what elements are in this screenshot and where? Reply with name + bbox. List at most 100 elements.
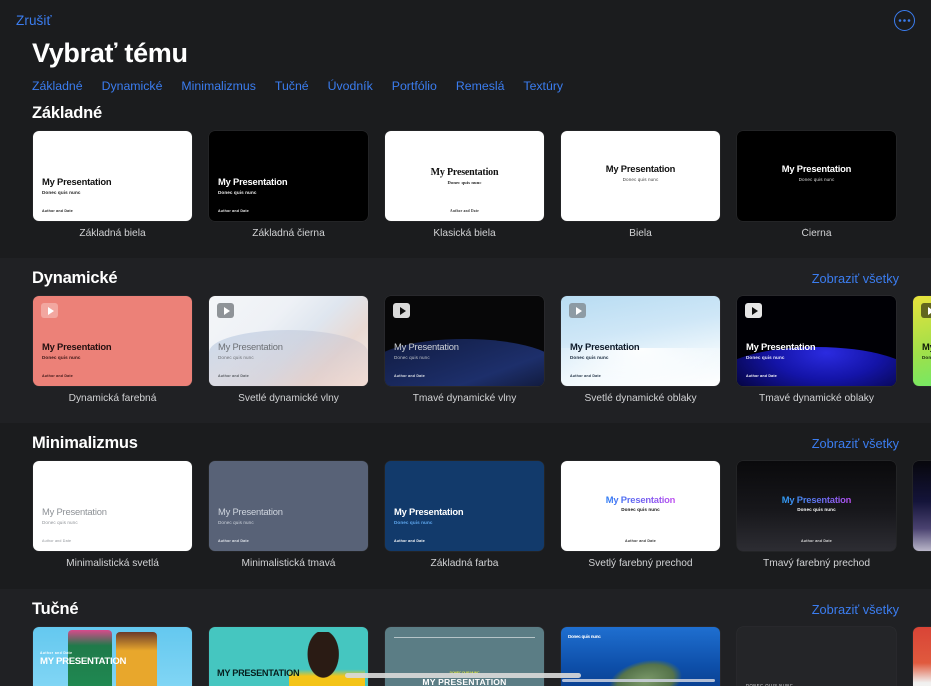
slide-text-block: My Presentation Donec quis nunc [394,507,535,525]
tab-remesla[interactable]: Remeslá [456,79,505,93]
theme-thumbnail[interactable]: My Presentation Donec quis nunc Author a… [385,461,544,551]
slide-subtitle: Donec quis nunc [42,190,183,195]
theme-card[interactable]: My Presentation Donec quis nunc Author a… [561,296,720,405]
theme-card-partial[interactable]: My Presentation Donec quis nunc [913,296,931,405]
theme-card[interactable]: MY PRESENTATION DONEC QUIS NUNC [209,627,368,686]
theme-label: Tmavé dynamické vlny [385,393,544,405]
horizontal-scrollbar[interactable] [345,673,581,678]
show-all-link[interactable]: Zobraziť všetky [812,271,899,286]
theme-label: Biela [561,228,720,240]
show-all-link[interactable]: Zobraziť všetky [812,602,899,617]
theme-card[interactable]: DONEC QUIS NUNC MY PRESENTATION [737,627,896,686]
slide-text-block: My Presentation Donec quis nunc [743,131,890,221]
slide-subtitle: Donec quis nunc [570,355,711,360]
theme-row[interactable]: My Presentation Donec quis nunc Author a… [0,293,931,405]
slide-title: My Presentation [746,342,887,353]
theme-thumbnail[interactable]: Author and Date MY PRESENTATION Donec qu… [33,627,192,686]
theme-thumbnail[interactable]: Donec quis nunc [561,627,720,686]
theme-thumbnail[interactable]: My Presentation Donec quis nunc Author a… [385,131,544,221]
theme-label: Dynamická farebná [33,393,192,405]
slide-subtitle: Donec quis nunc [623,177,659,182]
slide-footer: Author and Date [570,374,601,378]
slide-subtitle: Donec quis nunc [797,507,836,512]
theme-card[interactable]: My Presentation Donec quis nunc Author a… [561,461,720,570]
category-tab-bar: Základné Dynamické Minimalizmus Tučné Úv… [0,69,931,93]
theme-label: Čierna [737,228,896,240]
theme-card[interactable]: My Presentation Donec quis nunc Author a… [209,131,368,240]
theme-thumbnail[interactable]: My Presentation Donec quis nunc Author a… [209,131,368,221]
theme-thumbnail[interactable]: My Presentation Donec quis nunc Author a… [209,461,368,551]
section-title: Základné [32,104,102,123]
tab-tucne[interactable]: Tučné [275,79,309,93]
theme-thumbnail[interactable]: My Presentation Donec quis nunc Author a… [561,461,720,551]
slide-text-block: My Presentation Donec quis nunc [394,342,535,360]
slide-text-block: My Presentation Donec quis nunc [42,177,183,195]
theme-thumbnail[interactable]: My Presentation Donec quis nunc Author a… [737,461,896,551]
theme-label: Klasická biela [385,228,544,240]
theme-thumbnail[interactable]: My Presentation Donec quis nunc Author a… [33,461,192,551]
theme-thumbnail[interactable]: My Presentation Donec quis nunc Author a… [385,296,544,386]
theme-card-partial[interactable] [913,461,931,570]
tab-portfolio[interactable]: Portfólio [392,79,437,93]
theme-card[interactable]: My Presentation Donec quis nunc Author a… [209,296,368,405]
tab-minimalizmus[interactable]: Minimalizmus [181,79,255,93]
slide-title: My Presentation [606,495,675,506]
theme-card[interactable]: Author and Date MY PRESENTATION Donec qu… [33,627,192,686]
slide-title: MY PRESENTATION [217,669,299,679]
section-title: Dynamické [32,269,117,288]
slide-title: My Presentation [782,164,851,175]
slide-text-block: My Presentation Donec quis nunc [218,342,359,360]
theme-label: Tmavé dynamické oblaky [737,393,896,405]
theme-card[interactable]: My Presentation Donec quis nunc Author a… [209,461,368,570]
theme-thumbnail[interactable]: My Presentation Donec quis nunc [561,131,720,221]
theme-card[interactable]: My Presentation Donec quis nunc Author a… [385,461,544,570]
theme-thumbnail[interactable]: My Presentation Donec quis nunc [737,131,896,221]
theme-thumbnail[interactable]: My Presentation Donec quis nunc Author a… [33,296,192,386]
page-title: Vybrať tému [0,38,931,69]
theme-card[interactable]: My Presentation Donec quis nunc Author a… [737,461,896,570]
theme-scroll-area[interactable]: Základné My Presentation Donec quis nunc… [0,93,931,686]
slide-title: My Presentation [606,164,675,175]
theme-row[interactable]: My Presentation Donec quis nunc Author a… [0,128,931,240]
theme-thumbnail[interactable]: My Presentation Donec quis nunc Author a… [33,131,192,221]
theme-thumbnail[interactable]: My Presentation Donec quis nunc Author a… [737,296,896,386]
slide-text-block: My Presentation Donec quis nunc [42,342,183,360]
section-header: Tučné Zobraziť všetky [0,589,931,624]
theme-label: Minimalistická svetlá [33,558,192,570]
theme-card[interactable]: My Presentation Donec quis nunc Author a… [33,461,192,570]
tab-uvodnik[interactable]: Úvodník [328,79,373,93]
horizontal-scrollbar-secondary[interactable] [562,679,715,682]
theme-card[interactable]: My Presentation Donec quis nunc Author a… [737,296,896,405]
tab-dynamicke[interactable]: Dynamické [102,79,163,93]
theme-card[interactable]: My Presentation Donec quis nunc Biela [561,131,720,240]
row-spacer [0,240,931,258]
theme-card[interactable]: My Presentation Donec quis nunc Author a… [385,131,544,240]
theme-card-partial[interactable] [913,627,931,686]
slide-text-block: My Presentation Donec quis nunc [922,342,931,360]
theme-thumbnail[interactable]: MY PRESENTATION DONEC QUIS NUNC [209,627,368,686]
theme-thumbnail[interactable] [913,627,931,686]
slide-title: My Presentation [218,342,359,353]
slide-title: My Presentation [431,167,499,179]
theme-card[interactable]: My Presentation Donec quis nunc Čierna [737,131,896,240]
show-all-link[interactable]: Zobraziť všetky [812,436,899,451]
tab-textury[interactable]: Textúry [523,79,563,93]
tab-zakladne[interactable]: Základné [32,79,83,93]
theme-card[interactable]: Donec quis nunc [561,627,720,686]
theme-card[interactable]: My Presentation Donec quis nunc Author a… [33,131,192,240]
theme-thumbnail[interactable]: DONEC QUIS NUNC MY PRESENTATION [737,627,896,686]
theme-thumbnail[interactable]: My Presentation Donec quis nunc Author a… [561,296,720,386]
theme-card[interactable]: My Presentation Donec quis nunc Author a… [385,296,544,405]
slide-text-block: My Presentation Donec quis nunc [570,342,711,360]
theme-thumbnail[interactable]: My Presentation Donec quis nunc [913,296,931,386]
theme-thumbnail[interactable] [913,461,931,551]
theme-card[interactable]: My Presentation Donec quis nunc Author a… [33,296,192,405]
more-options-button[interactable] [894,10,915,31]
slide-footer: Author and Date [40,651,72,655]
theme-thumbnail[interactable]: My Presentation Donec quis nunc Author a… [209,296,368,386]
theme-label: Základná čierna [209,228,368,240]
theme-label: Svetlé dynamické oblaky [561,393,720,405]
cancel-button[interactable]: Zrušiť [16,13,52,28]
slide-title: My Presentation [218,507,359,518]
theme-row[interactable]: My Presentation Donec quis nunc Author a… [0,458,931,570]
